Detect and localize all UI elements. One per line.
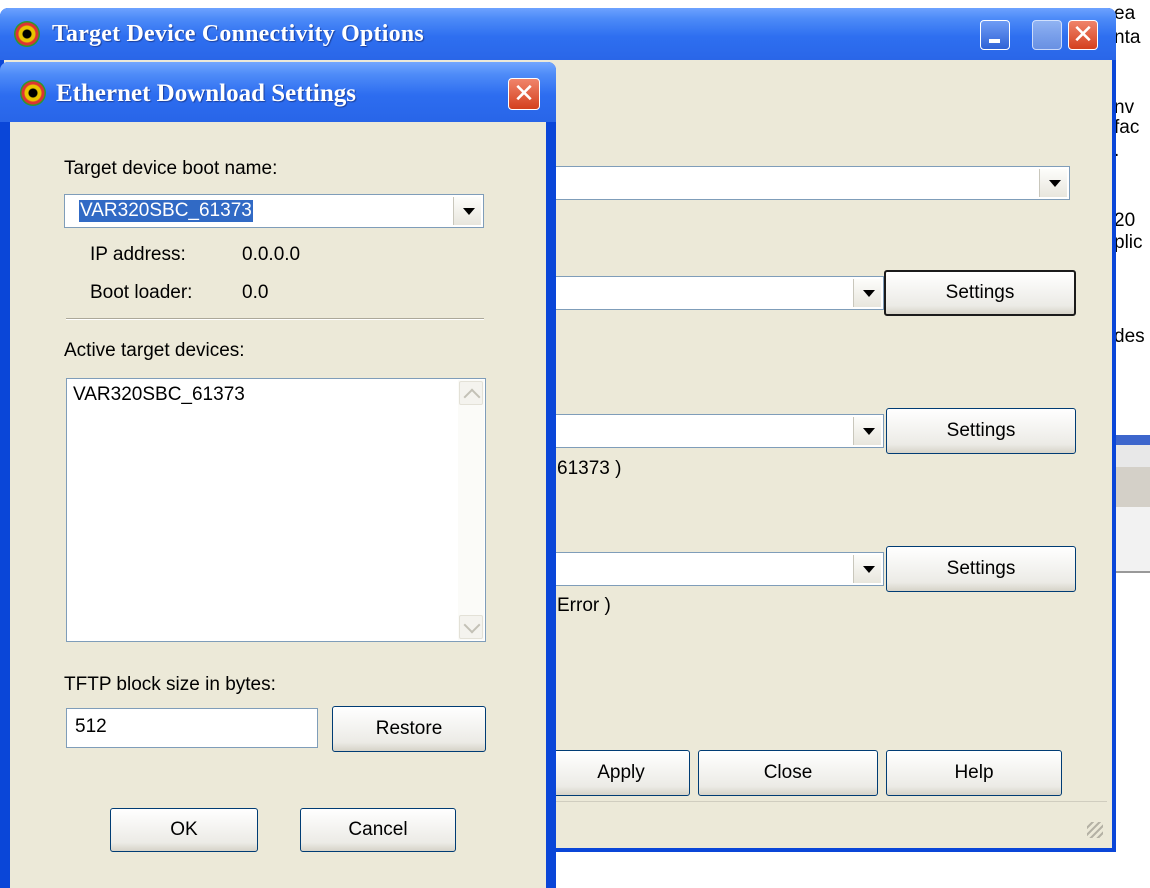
close-window-button[interactable]: ✕	[1068, 20, 1098, 50]
dialog-app-icon	[20, 80, 46, 106]
target-device-combo[interactable]	[550, 166, 1070, 200]
list-item[interactable]: VAR320SBC_61373	[73, 384, 245, 406]
background-window-strip	[1115, 445, 1150, 467]
list-scrollbar[interactable]	[458, 380, 484, 640]
close-icon: ✕	[1072, 20, 1094, 50]
scroll-up-icon[interactable]	[459, 381, 483, 406]
background-text: fac	[1114, 117, 1140, 138]
transport-combo[interactable]	[550, 414, 884, 448]
debugger-combo[interactable]	[550, 552, 884, 586]
background-text: ea	[1114, 3, 1136, 24]
dialog-client-area: Target device boot name: VAR320SBC_61373…	[10, 122, 546, 888]
apply-button[interactable]: Apply	[552, 750, 690, 796]
boot-name-value: VAR320SBC_61373	[79, 200, 253, 222]
app-icon	[14, 21, 40, 47]
minimize-button[interactable]	[980, 20, 1010, 50]
dialog-title: Ethernet Download Settings	[56, 80, 357, 107]
restore-button[interactable]: Restore	[332, 706, 486, 752]
active-devices-list[interactable]: VAR320SBC_61373	[66, 378, 486, 642]
chevron-down-icon[interactable]	[853, 417, 881, 445]
minimize-icon	[989, 39, 1000, 43]
background-window-strip	[1115, 507, 1150, 573]
status-bar	[555, 801, 1107, 842]
boot-loader-label: Boot loader:	[90, 282, 193, 303]
cancel-button[interactable]: Cancel	[300, 808, 456, 852]
chevron-down-icon[interactable]	[1039, 169, 1067, 197]
divider	[66, 318, 484, 320]
help-button[interactable]: Help	[886, 750, 1062, 796]
chevron-down-icon[interactable]	[853, 279, 881, 307]
boot-name-label: Target device boot name:	[64, 158, 278, 179]
boot-loader-value: 0.0	[242, 282, 269, 303]
download-settings-button[interactable]: Settings	[884, 270, 1076, 316]
boot-name-combo[interactable]: VAR320SBC_61373	[64, 194, 484, 228]
dialog-close-button[interactable]: ✕	[508, 78, 540, 110]
background-text: 20	[1114, 210, 1136, 231]
background-window-strip	[1115, 435, 1150, 445]
close-icon: ✕	[513, 79, 535, 109]
main-titlebar[interactable]: Target Device Connectivity Options ✕	[0, 8, 1116, 60]
main-window-title: Target Device Connectivity Options	[52, 21, 424, 47]
ok-button[interactable]: OK	[110, 808, 258, 852]
ethernet-download-settings-dialog: Ethernet Download Settings ✕ Target devi…	[0, 62, 556, 888]
download-combo[interactable]	[550, 276, 884, 310]
scroll-down-icon[interactable]	[459, 615, 483, 639]
ip-address-label: IP address:	[90, 244, 186, 265]
background-text: plic	[1114, 232, 1143, 253]
ip-address-value: 0.0.0.0	[242, 244, 301, 265]
chevron-down-icon[interactable]	[853, 555, 881, 583]
tftp-block-size-input[interactable]: 512	[66, 708, 318, 748]
dialog-titlebar[interactable]: Ethernet Download Settings ✕	[0, 62, 556, 122]
transport-settings-button[interactable]: Settings	[886, 408, 1076, 454]
chevron-down-icon[interactable]	[453, 197, 481, 225]
background-text: des	[1114, 326, 1145, 347]
close-button[interactable]: Close	[698, 750, 878, 796]
resize-grip-icon[interactable]	[1087, 822, 1103, 838]
transport-status-text: 61373 )	[557, 458, 622, 479]
background-text: nv	[1114, 97, 1135, 118]
background-window-strip	[1115, 467, 1150, 507]
background-text: nta	[1114, 27, 1141, 48]
debugger-status-text: Error )	[557, 595, 611, 616]
active-devices-label: Active target devices:	[64, 340, 245, 361]
tftp-label: TFTP block size in bytes:	[64, 674, 276, 695]
tftp-value: 512	[75, 716, 107, 737]
debugger-settings-button[interactable]: Settings	[886, 546, 1076, 592]
maximize-button	[1032, 20, 1062, 50]
